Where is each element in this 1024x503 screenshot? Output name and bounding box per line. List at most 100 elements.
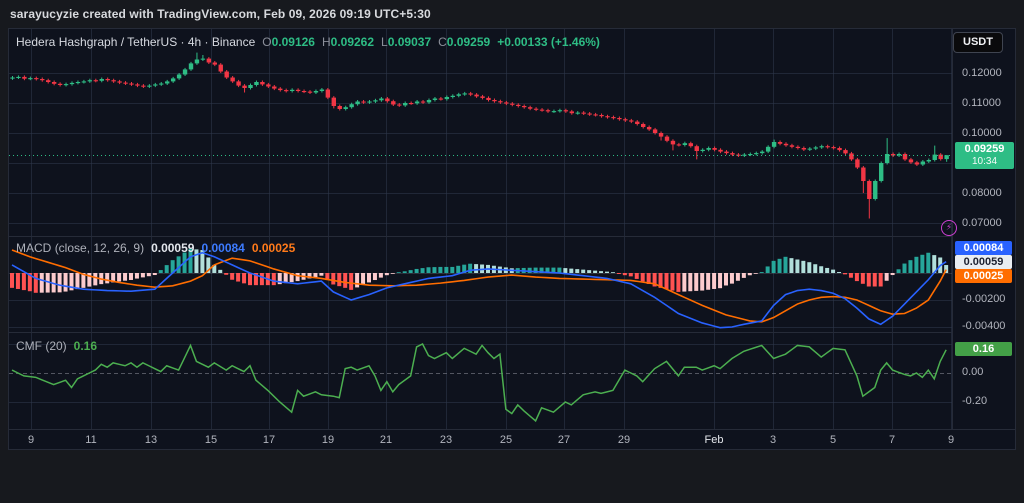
macd-histogram-bar: [908, 260, 912, 273]
candle-body: [599, 115, 603, 116]
candle-body: [468, 93, 472, 94]
candle-body: [587, 114, 591, 115]
candle-body: [510, 104, 514, 105]
symbol-title[interactable]: Hedera Hashgraph / TetherUS · 4h · Binan…: [16, 35, 255, 49]
cmf-axis-label: 0.00: [962, 366, 983, 378]
candle-body: [611, 117, 615, 118]
macd-histogram-bar: [897, 269, 901, 273]
macd-histogram-bar: [712, 273, 716, 289]
macd-histogram-bar: [319, 273, 323, 276]
candle-body: [421, 102, 425, 103]
candle-body: [129, 84, 133, 85]
candle-body: [582, 113, 586, 114]
chart-area[interactable]: Hedera Hashgraph / TetherUS · 4h · Binan…: [8, 28, 1016, 450]
macd-histogram-bar: [40, 273, 44, 293]
time-axis-tick: 15: [205, 434, 217, 446]
candle-body: [635, 122, 639, 124]
macd-histogram-bar: [218, 270, 222, 273]
candle-body: [284, 90, 288, 91]
candle-body: [552, 111, 556, 112]
candle-body: [207, 59, 211, 63]
macd-histogram-bar: [670, 273, 674, 291]
candle-body: [338, 106, 342, 109]
candle-body: [528, 107, 532, 109]
currency-toggle-button[interactable]: USDT: [953, 32, 1003, 53]
time-axis-tick: 17: [263, 434, 275, 446]
macd-histogram-bar: [748, 273, 752, 275]
candle-body: [486, 98, 490, 100]
candle-body: [100, 79, 104, 81]
candle-body: [171, 78, 175, 81]
cmf-panel[interactable]: CMF (20) 0.16: [9, 332, 952, 429]
macd-histogram-bar: [843, 273, 847, 274]
time-axis[interactable]: 911131517192123252729Feb3579: [9, 429, 1015, 449]
candle-body: [784, 144, 788, 146]
candle-body: [40, 79, 44, 80]
bar-countdown: 10:34: [955, 156, 1014, 167]
candle-body: [10, 78, 14, 79]
candle-body: [260, 82, 264, 84]
macd-histogram-bar: [813, 264, 817, 273]
macd-axis-label: -0.00200: [962, 293, 1005, 305]
cmf-title[interactable]: CMF (20): [16, 339, 67, 353]
macd-signal-axis-label: 0.00025: [955, 269, 1012, 283]
candle-body: [409, 103, 413, 104]
price-panel[interactable]: Hedera Hashgraph / TetherUS · 4h · Binan…: [9, 29, 952, 236]
candle-body: [516, 105, 520, 106]
candle-body: [837, 148, 841, 150]
macd-histogram-bar: [605, 272, 609, 273]
candle-body: [736, 155, 740, 156]
macd-histogram-bar: [730, 273, 734, 284]
macd-histogram-bar: [641, 273, 645, 281]
macd-signal-value: 0.00025: [252, 241, 295, 255]
cmf-legend[interactable]: CMF (20) 0.16: [16, 339, 97, 353]
candle-body: [546, 110, 550, 111]
ohlc-high: H0.09262: [322, 35, 374, 49]
candle-body: [439, 99, 443, 100]
boost-lightning-icon[interactable]: ⚡: [941, 220, 957, 236]
candle-body: [849, 153, 853, 159]
candle-body: [177, 75, 181, 79]
time-axis-tick: Feb: [705, 434, 724, 446]
candle-body: [879, 163, 883, 181]
macd-histogram-bar: [587, 270, 591, 273]
candle-body: [367, 102, 371, 103]
macd-histogram-bar: [456, 266, 460, 273]
symbol-legend[interactable]: Hedera Hashgraph / TetherUS · 4h · Binan…: [16, 35, 600, 49]
macd-histogram-bar: [801, 261, 805, 273]
time-axis-tick: 7: [889, 434, 895, 446]
macd-histogram-bar: [75, 273, 79, 289]
macd-histogram-bar: [421, 268, 425, 273]
candle-body: [64, 84, 68, 85]
macd-histogram-bar: [93, 273, 97, 285]
macd-panel[interactable]: MACD (close, 12, 26, 9) 0.00059 0.00084 …: [9, 236, 952, 332]
macd-title[interactable]: MACD (close, 12, 26, 9): [16, 241, 144, 255]
time-axis-tick: 25: [500, 434, 512, 446]
macd-histogram-bar: [784, 257, 788, 273]
macd-histogram-bar: [403, 271, 407, 273]
price-scale[interactable]: 0.09259 10:34 0.00084 0.00059 0.00025 0.…: [952, 29, 1015, 429]
macd-histogram-bar: [397, 272, 401, 273]
candle-body: [159, 84, 163, 85]
cmf-panel-canvas[interactable]: [9, 333, 952, 429]
macd-histogram-bar: [724, 273, 728, 285]
macd-legend[interactable]: MACD (close, 12, 26, 9) 0.00059 0.00084 …: [16, 241, 295, 255]
ohlc-change: +0.00133 (+1.46%): [497, 35, 600, 49]
time-axis-tick: 21: [380, 434, 392, 446]
price-panel-canvas[interactable]: [9, 29, 952, 236]
candle-body: [861, 168, 865, 182]
candle-body: [272, 87, 276, 89]
candle-body: [153, 84, 157, 85]
macd-histogram-bar: [272, 273, 276, 285]
candle-body: [665, 137, 669, 141]
macd-histogram-bar: [736, 273, 740, 281]
candle-body: [909, 159, 913, 162]
candle-body: [701, 150, 705, 151]
candle-body: [248, 85, 252, 88]
macd-signal-line: [12, 250, 946, 322]
cmf-value: 0.16: [74, 339, 97, 353]
macd-histogram-bar: [861, 273, 865, 284]
macd-histogram-bar: [129, 273, 133, 280]
macd-histogram-bar: [665, 273, 669, 289]
candle-body: [141, 86, 145, 87]
